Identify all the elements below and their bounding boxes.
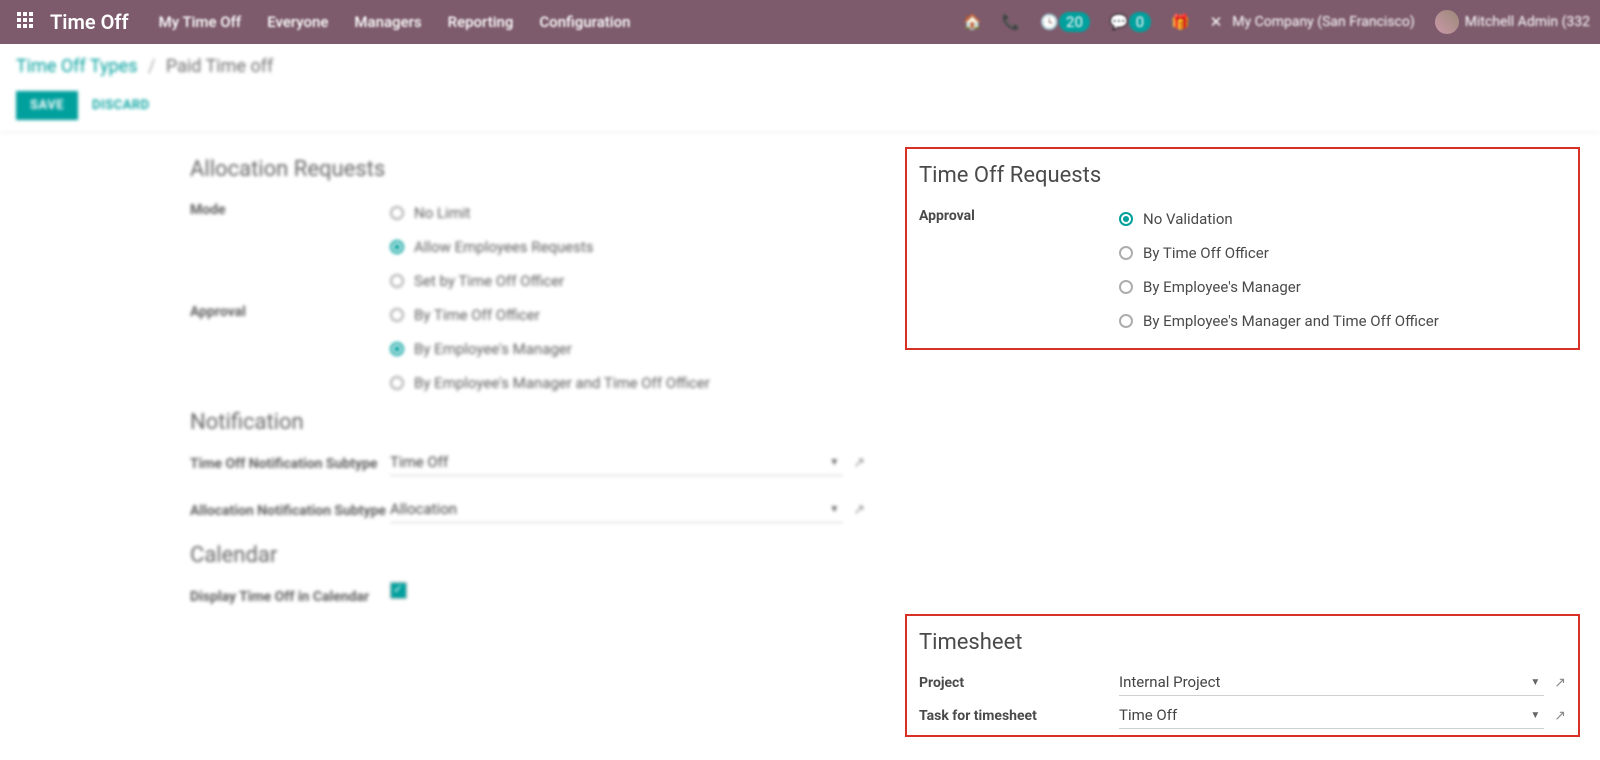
- highlight-timeoff-requests: Time Off Requests Approval No Validation…: [905, 147, 1580, 350]
- breadcrumb: Time Off Types / Paid Time off: [16, 56, 1584, 77]
- apps-icon[interactable]: [10, 12, 40, 32]
- systray: 🏠 📞 🕓20 💬0 🎁 ✕: [963, 12, 1222, 32]
- menu-configuration[interactable]: Configuration: [539, 13, 630, 31]
- company-switcher[interactable]: My Company (San Francisco): [1232, 14, 1414, 30]
- label-timeoff-notif-subtype: Time Off Notification Subtype: [190, 449, 390, 473]
- select-task[interactable]: Time Off▼: [1119, 702, 1544, 729]
- phone-icon[interactable]: 📞: [1002, 13, 1021, 31]
- chevron-down-icon: ▼: [1526, 710, 1544, 721]
- radio-group-allocation-approval: By Time Off Officer By Employee's Manage…: [390, 298, 865, 400]
- discard-button[interactable]: DISCARD: [92, 98, 150, 113]
- external-link-icon[interactable]: ↗: [853, 502, 865, 518]
- section-allocation-requests: Allocation Requests: [190, 157, 865, 182]
- menu-managers[interactable]: Managers: [354, 13, 421, 31]
- checkbox-display-in-calendar[interactable]: [390, 582, 407, 599]
- select-project[interactable]: Internal Project▼: [1119, 669, 1544, 696]
- home-icon[interactable]: 🏠: [963, 13, 982, 31]
- radio-mode-allow-requests[interactable]: Allow Employees Requests: [390, 230, 865, 264]
- menu-my-timeoff[interactable]: My Time Off: [159, 13, 242, 31]
- section-timeoff-requests: Time Off Requests: [919, 163, 1566, 188]
- radio-approval-no-validation[interactable]: No Validation: [1119, 202, 1566, 236]
- close-icon[interactable]: ✕: [1210, 13, 1223, 31]
- messaging-icon[interactable]: 💬0: [1110, 12, 1151, 32]
- section-calendar: Calendar: [190, 543, 865, 568]
- highlight-timesheet: Timesheet Project Internal Project▼ ↗ Ta…: [905, 614, 1580, 737]
- menu-reporting[interactable]: Reporting: [448, 13, 514, 31]
- radio-approval-officer[interactable]: By Time Off Officer: [1119, 236, 1566, 270]
- form-right-column: Time Off Requests Approval No Validation…: [905, 147, 1580, 751]
- label-project: Project: [919, 675, 1119, 691]
- section-timesheet: Timesheet: [919, 630, 1566, 655]
- save-button[interactable]: SAVE: [16, 91, 78, 120]
- menu-everyone[interactable]: Everyone: [267, 13, 328, 31]
- gift-icon[interactable]: 🎁: [1171, 13, 1190, 31]
- chevron-down-icon: ▼: [825, 457, 843, 468]
- label-allocation-approval: Approval: [190, 298, 390, 320]
- breadcrumb-current: Paid Time off: [166, 56, 273, 77]
- radio-alloc-approval-both[interactable]: By Employee's Manager and Time Off Offic…: [390, 366, 865, 400]
- label-allocation-notif-subtype: Allocation Notification Subtype: [190, 496, 390, 520]
- label-mode: Mode: [190, 196, 390, 218]
- main-menu: My Time Off Everyone Managers Reporting …: [159, 13, 631, 31]
- chevron-down-icon: ▼: [825, 504, 843, 515]
- radio-alloc-approval-officer[interactable]: By Time Off Officer: [390, 298, 865, 332]
- radio-group-mode: No Limit Allow Employees Requests Set by…: [390, 196, 865, 298]
- radio-approval-both[interactable]: By Employee's Manager and Time Off Offic…: [1119, 304, 1566, 338]
- label-display-in-calendar: Display Time Off in Calendar: [190, 582, 390, 606]
- select-allocation-notif-subtype[interactable]: Allocation▼: [390, 496, 843, 523]
- form-left-column: Allocation Requests Mode No Limit Allow …: [190, 147, 865, 751]
- top-nav: Time Off My Time Off Everyone Managers R…: [0, 0, 1600, 44]
- radio-mode-no-limit[interactable]: No Limit: [390, 196, 865, 230]
- radio-group-timeoff-approval: No Validation By Time Off Officer By Emp…: [1119, 202, 1566, 338]
- form-sheet: Allocation Requests Mode No Limit Allow …: [0, 133, 1600, 751]
- radio-alloc-approval-manager[interactable]: By Employee's Manager: [390, 332, 865, 366]
- user-menu[interactable]: Mitchell Admin (332: [1465, 14, 1590, 30]
- avatar: [1435, 10, 1459, 34]
- external-link-icon[interactable]: ↗: [1554, 675, 1566, 691]
- activity-icon[interactable]: 🕓20: [1040, 12, 1090, 32]
- chevron-down-icon: ▼: [1526, 677, 1544, 688]
- section-notification: Notification: [190, 410, 865, 435]
- radio-mode-set-by-officer[interactable]: Set by Time Off Officer: [390, 264, 865, 298]
- label-task: Task for timesheet: [919, 708, 1119, 724]
- external-link-icon[interactable]: ↗: [853, 455, 865, 471]
- control-panel: Time Off Types / Paid Time off SAVE DISC…: [0, 44, 1600, 133]
- external-link-icon[interactable]: ↗: [1554, 708, 1566, 724]
- radio-approval-manager[interactable]: By Employee's Manager: [1119, 270, 1566, 304]
- select-timeoff-notif-subtype[interactable]: Time Off▼: [390, 449, 843, 476]
- label-timeoff-approval: Approval: [919, 202, 1119, 224]
- breadcrumb-parent[interactable]: Time Off Types: [16, 56, 138, 77]
- app-brand[interactable]: Time Off: [40, 10, 159, 34]
